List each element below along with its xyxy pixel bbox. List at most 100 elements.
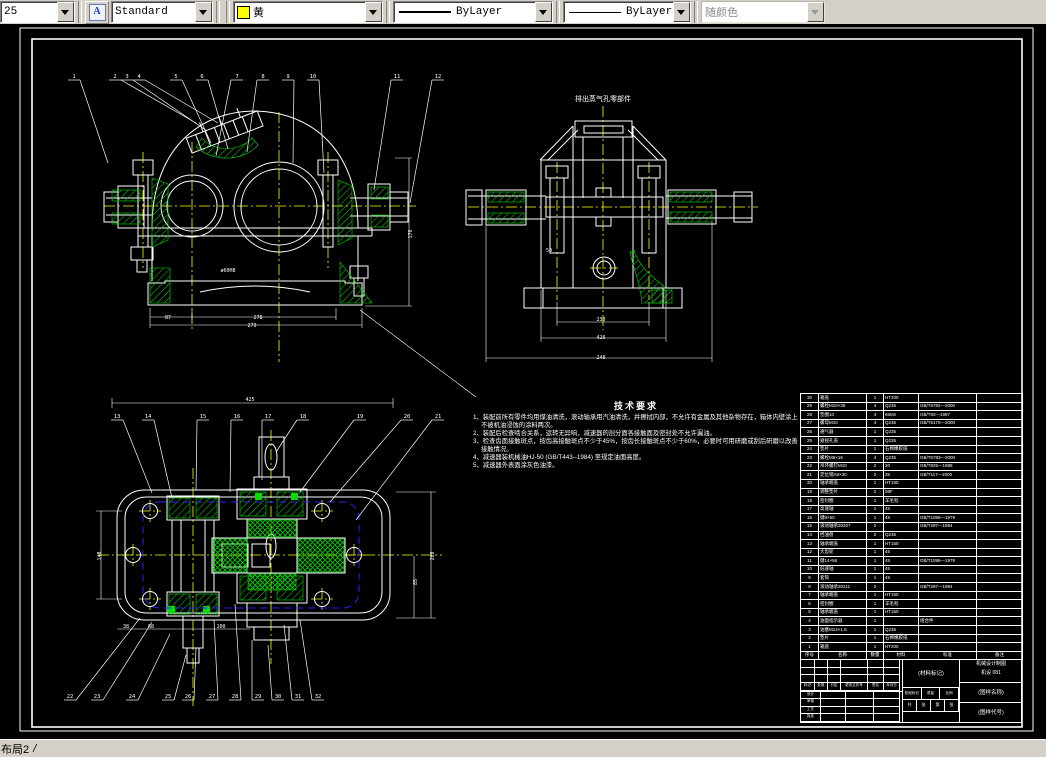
table-row: 4油面指示器1组合件 — [801, 617, 1023, 626]
tech-requirement-item: 3、检查齿面接触斑点，按齿高接触斑点不少于45%，按齿长接触斑点不少于60%，必… — [473, 438, 799, 454]
svg-text:279: 279 — [247, 323, 256, 329]
lineweight-combo[interactable]: ByLayer — [393, 1, 553, 23]
svg-text:17: 17 — [265, 414, 272, 420]
table-row: 30箱盖1HT200 — [801, 394, 1023, 403]
tech-requirement-item: 1、装配前所有零件均用煤油清洗，滚动轴承用汽油清洗，并擦拭内部，不允许有金属及其… — [473, 414, 799, 430]
bom-header-cell: 备注 — [977, 651, 1023, 659]
toolbar-separator — [694, 1, 698, 23]
table-row: 9套筒145 — [801, 574, 1023, 583]
table-row: 2垫片1石棉橡胶纸 — [801, 634, 1023, 643]
linetype-combo[interactable]: ByLayer — [563, 1, 691, 23]
parts-list-table: 30箱盖1HT20029螺栓M10×354Q235GB/T5782—200028… — [800, 393, 1023, 660]
title-block-revision-grid: 标记 处数 分区 更改文件号 签名 年月日 设计 审核 工艺 批准 — [801, 660, 903, 722]
stage-label: 质量 — [922, 688, 941, 699]
cad-application: 25 Standard 黄 ByLayer ByLayer — [0, 0, 1046, 757]
organization-line: 机设 081 — [960, 669, 1022, 678]
technical-requirements: 技术要求 1、装配前所有零件均用煤油清洗，滚动轴承用汽油清洗，并擦拭内部，不允许… — [473, 399, 799, 470]
table-row: 19调整垫片208F — [801, 488, 1023, 497]
table-row: 14挡油盘2Q235 — [801, 531, 1023, 540]
svg-text:248: 248 — [596, 355, 605, 361]
table-row: 25窥视孔盖1Q235 — [801, 436, 1023, 445]
layout-tab[interactable]: 布局2 — [1, 741, 29, 757]
material-mark: (材料标记) — [903, 660, 959, 688]
svg-text:1: 1 — [72, 74, 75, 80]
table-row: 18密封圈1羊毛毡 — [801, 497, 1023, 506]
title-block-right: 机械设计制图 机设 081 (图样名称) (图样代号) — [960, 660, 1022, 722]
svg-text:22: 22 — [67, 694, 74, 700]
chevron-down-icon[interactable] — [365, 2, 382, 22]
svg-text:425: 425 — [245, 397, 254, 403]
text-style-icon — [89, 4, 106, 21]
sheet-label: 张 — [917, 700, 931, 711]
plotstyle-value: 随颜色 — [702, 4, 807, 20]
chevron-down-icon[interactable] — [673, 2, 690, 22]
svg-text:50: 50 — [546, 248, 552, 254]
tab-divider: / — [33, 743, 36, 755]
text-height-value: 25 — [1, 6, 57, 18]
table-row: 23螺栓M6×164Q235GB/T5783—2000 — [801, 454, 1023, 463]
toolbar-separator — [226, 1, 230, 23]
bom-header-cell: 序号 — [801, 651, 819, 659]
linetype-sample-icon — [569, 12, 621, 13]
revision-label: 处数 — [815, 683, 828, 691]
svg-text:25: 25 — [165, 694, 172, 700]
chevron-down-icon[interactable] — [195, 2, 212, 22]
svg-text:140: 140 — [97, 551, 103, 560]
revision-label: 年月日 — [884, 683, 900, 691]
bom-header-cell: 名称 — [819, 651, 867, 659]
sign-label: 审核 — [801, 699, 821, 707]
svg-text:24: 24 — [129, 694, 136, 700]
table-row: 27螺母M104Q235GB/T6170—2000 — [801, 419, 1023, 428]
linetype-value: ByLayer — [626, 6, 673, 18]
table-row: 26通气器1Q235 — [801, 428, 1023, 437]
side-view: 排出蒸气孔零部件 — [466, 94, 758, 362]
text-style-value: Standard — [112, 6, 195, 18]
svg-text:28: 28 — [232, 694, 239, 700]
table-row: 10低速轴145 — [801, 565, 1023, 574]
drawing-canvas[interactable]: 排出蒸气孔零部件 — [0, 24, 1046, 739]
sign-label: 设计 — [801, 692, 821, 700]
toolbar-separator — [386, 1, 390, 23]
sign-label: 批准 — [801, 714, 821, 722]
revision-label: 标记 — [801, 683, 815, 691]
svg-text:15: 15 — [200, 414, 207, 420]
sheet-label: 共 — [903, 700, 917, 711]
svg-text:30: 30 — [275, 694, 282, 700]
text-style-combo[interactable]: Standard — [111, 1, 213, 23]
bom-header-cell: 数量 — [867, 651, 884, 659]
tech-requirements-title: 技术要求 — [473, 399, 799, 412]
title-block-middle: (材料标记) 阶段标记 质量 比例 共 张 第 张 — [903, 660, 960, 722]
toolbar-separator — [556, 1, 560, 23]
table-row: 28垫圈10465MnGB/T93—1987 — [801, 411, 1023, 420]
svg-text:21: 21 — [435, 414, 442, 420]
table-row: 8滚动轴承302112GB/T297—1994 — [801, 583, 1023, 592]
chevron-down-icon[interactable] — [535, 2, 552, 22]
color-combo[interactable]: 黄 — [233, 1, 383, 23]
chevron-down-icon[interactable] — [57, 2, 74, 22]
stage-label: 阶段标记 — [903, 688, 922, 699]
plotstyle-combo: 随颜色 — [701, 1, 825, 23]
svg-text:20: 20 — [404, 414, 411, 420]
svg-text:85: 85 — [413, 579, 419, 585]
svg-text:2: 2 — [113, 74, 116, 80]
toolbar-separator — [78, 1, 82, 23]
parts-list-header: 序号 名称 数量 材料 标准 备注 — [801, 651, 1023, 659]
text-height-combo[interactable]: 25 — [0, 1, 75, 23]
stage-label: 比例 — [940, 688, 959, 699]
table-row: 13轴承端盖1HT150 — [801, 540, 1023, 549]
organization-cell: 机械设计制图 机设 081 — [960, 660, 1022, 683]
svg-text:260: 260 — [430, 551, 436, 560]
svg-text:7: 7 — [235, 74, 238, 80]
svg-text:12: 12 — [435, 74, 442, 80]
table-row: 16键8×50145GB/T1096—1979 — [801, 514, 1023, 523]
lineweight-value: ByLayer — [456, 6, 535, 18]
title-block: 标记 处数 分区 更改文件号 签名 年月日 设计 审核 工艺 批准 — [800, 660, 1022, 723]
svg-text:26: 26 — [185, 694, 192, 700]
svg-text:278: 278 — [253, 315, 262, 321]
sheet-label: 张 — [945, 700, 959, 711]
table-row: 20轴承端盖1HT150 — [801, 479, 1023, 488]
text-style-button[interactable] — [85, 1, 109, 24]
table-row: 21定位销A8×30235GB/T117—2000 — [801, 471, 1023, 480]
sign-label: 工艺 — [801, 707, 821, 715]
svg-text:176: 176 — [408, 229, 414, 238]
